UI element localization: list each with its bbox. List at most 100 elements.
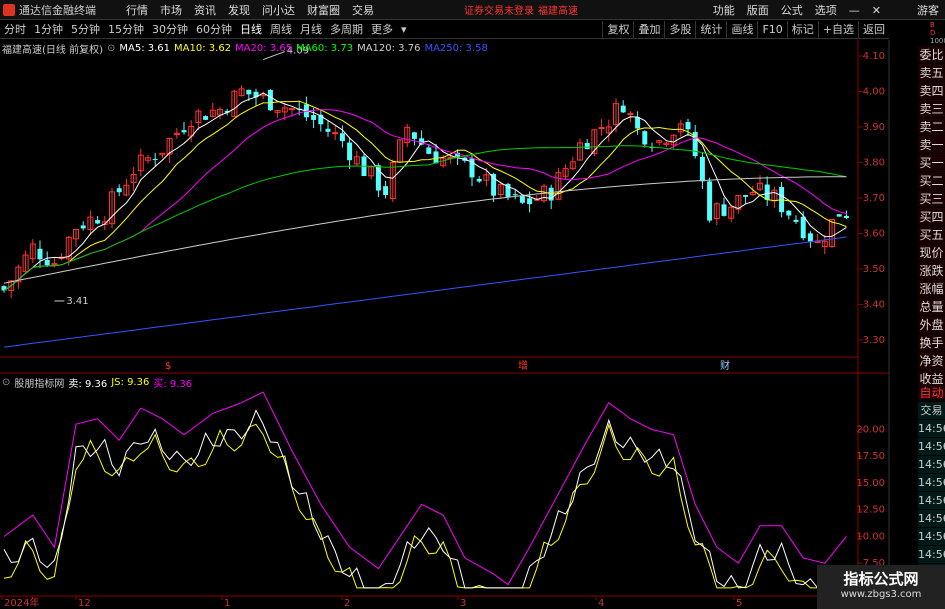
date-tick-label: 1: [224, 598, 230, 609]
date-tick-label: 5: [736, 598, 742, 609]
side-item[interactable]: 卖五: [918, 64, 945, 82]
candle-body: [519, 195, 525, 203]
price-tick-label: 3.70: [863, 193, 885, 204]
side-item[interactable]: 外盘: [918, 316, 945, 334]
event-marker-increase: 增: [518, 359, 528, 372]
ma250-line: [3, 236, 847, 348]
price-tick-label: 3.50: [863, 264, 885, 275]
date-tick-label: 3: [460, 598, 466, 609]
side-item[interactable]: 现价: [918, 244, 945, 262]
watermark-url: www.zbgs3.com: [840, 589, 922, 600]
candle-body: [44, 259, 50, 266]
trade-side-item[interactable]: 14:56: [918, 474, 945, 492]
candle-body: [181, 130, 187, 133]
trade-side-item[interactable]: 14:56: [918, 528, 945, 546]
candle-body: [584, 143, 590, 150]
trade-side-item[interactable]: 14:56: [918, 546, 945, 564]
watermark-title: 指标公式网: [843, 570, 919, 588]
price-tick-label: 4.00: [863, 87, 885, 98]
side-item[interactable]: 涨跌: [918, 262, 945, 280]
candle-body: [476, 178, 482, 182]
trade-side-item[interactable]: 14:56: [918, 420, 945, 438]
ma60-label: MA60: 3.73: [296, 42, 354, 54]
candle-body: [289, 108, 295, 111]
trade-side-item[interactable]: 14:56: [918, 438, 945, 456]
ma10-label: MA10: 3.62: [174, 42, 232, 54]
candle-body: [807, 233, 813, 242]
trade-side-item[interactable]: 交易: [918, 402, 945, 420]
ma250-label: MA250: 3.58: [424, 42, 488, 54]
side-item[interactable]: 卖一: [918, 136, 945, 154]
chart-title-bar: 福建高速(日线 前复权) ⊙ MA5: 3.61 MA10: 3.62 MA20…: [0, 40, 492, 56]
candle-body: [512, 194, 518, 196]
candle-body: [339, 133, 345, 142]
price-tick-label: 3.40: [863, 300, 885, 311]
trade-side-item[interactable]: 14:56: [918, 456, 945, 474]
candle-body: [203, 116, 209, 120]
candle-body: [311, 115, 317, 120]
side-item[interactable]: 涨幅: [918, 280, 945, 298]
price-tick-label: 3.30: [863, 335, 885, 346]
indicator-name: 股朋指标网: [14, 378, 65, 390]
candle-body: [332, 132, 339, 135]
candle-body: [246, 89, 252, 95]
candle-body: [764, 184, 770, 200]
candle-body: [116, 188, 122, 193]
side-item[interactable]: 买五: [918, 226, 945, 244]
candle-body: [527, 198, 533, 205]
trade-side-item[interactable]: 14:56: [918, 510, 945, 528]
ma5-label: MA5: 3.61: [119, 42, 171, 54]
candle-body: [620, 105, 626, 113]
candle-body: [843, 215, 849, 219]
candle-body: [383, 186, 389, 196]
trade-side-item[interactable]: 14:56: [918, 492, 945, 510]
candle-body: [152, 158, 158, 160]
candle-body: [598, 127, 605, 130]
candle-body: [627, 113, 634, 116]
side-item[interactable]: 卖四: [918, 82, 945, 100]
ma20-line: [3, 109, 847, 291]
ma120-label: MA120: 3.76: [357, 42, 421, 54]
app-window: { "app": {"title":"通达信金融终端","warning":"证…: [0, 0, 945, 609]
price-tick-label: 3.80: [863, 158, 885, 169]
min-price-label: 3.41: [66, 296, 88, 307]
kline-chart[interactable]: 4.10 4.00 3.90 3.80 3.70 3.60 3.50 3.40 3.30 20.0…: [0, 0, 945, 609]
side-item[interactable]: 委比: [918, 46, 945, 64]
candle-body: [743, 195, 749, 197]
indicator-tick-label: 20.00: [856, 424, 885, 435]
price-tick-label: 3.60: [863, 229, 885, 240]
side-item[interactable]: 换手: [918, 334, 945, 352]
indicator-tick-label: 12.50: [856, 505, 885, 516]
quote-side-panel: 委比 卖五 卖四 卖三 卖二 卖一 买一 买二 买三 买四 买五 现价 涨跌 涨幅 总量 外盘 换手 净资 收益: [918, 46, 945, 388]
chart-title: 福建高速(日线 前复权): [2, 44, 103, 56]
candle-body: [37, 248, 43, 260]
candle-body: [635, 117, 641, 129]
date-tick-label: 2024年: [4, 596, 39, 609]
side-item[interactable]: 买二: [918, 172, 945, 190]
indicator-title-bar: ⊙ 股朋指标网 卖: 9.36 JS: 9.36 买: 9.36: [0, 374, 196, 390]
candle-body: [786, 210, 792, 216]
watermark: 指标公式网 www.zbgs3.com: [817, 565, 945, 609]
side-item[interactable]: 买三: [918, 190, 945, 208]
indicator-settings-icon[interactable]: ⊙: [2, 377, 10, 388]
candle-body: [800, 216, 806, 239]
side-item[interactable]: 卖二: [918, 118, 945, 136]
side-item[interactable]: 净资: [918, 352, 945, 370]
trade-side-item[interactable]: 自动: [918, 384, 945, 402]
candle-body: [95, 220, 101, 224]
side-item[interactable]: 买四: [918, 208, 945, 226]
side-item[interactable]: 总量: [918, 298, 945, 316]
ma10-line: [3, 100, 847, 291]
side-item[interactable]: 买一: [918, 154, 945, 172]
price-tick-label: 3.90: [863, 122, 885, 133]
event-marker-dividend: $: [165, 361, 171, 372]
settings-icon[interactable]: ⊙: [107, 43, 115, 54]
candle-body: [267, 89, 273, 111]
date-tick-label: 12: [78, 598, 91, 609]
indicator-js: JS: 9.36: [111, 376, 150, 388]
candle-body: [411, 132, 417, 139]
indicator-buy-line: [3, 391, 847, 586]
candle-body: [347, 142, 353, 161]
side-item[interactable]: 卖三: [918, 100, 945, 118]
indicator-buy: 买: 9.36: [153, 378, 193, 390]
